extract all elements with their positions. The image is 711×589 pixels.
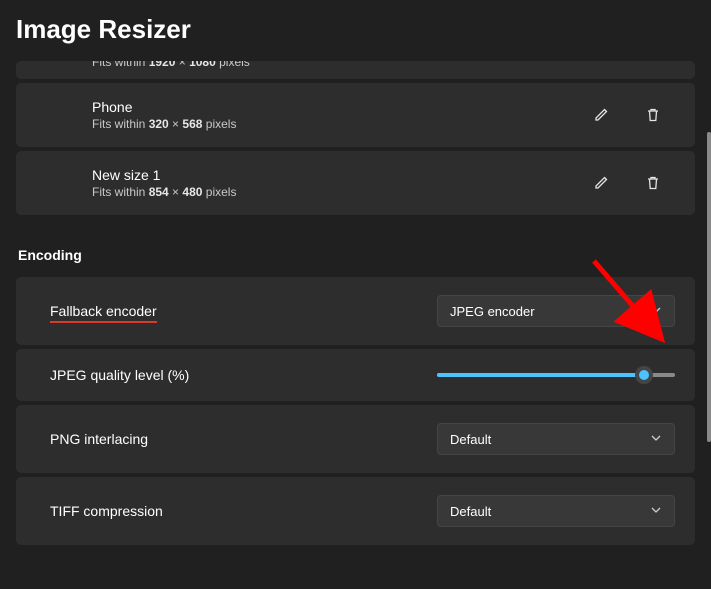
- fallback-encoder-row: Fallback encoder JPEG encoder: [16, 277, 695, 345]
- preset-row[interactable]: Phone Fits within 320 × 568 pixels: [16, 83, 695, 147]
- png-interlacing-label: PNG interlacing: [50, 431, 148, 447]
- edit-icon[interactable]: [589, 103, 613, 127]
- preset-fits: Fits within 854 × 480 pixels: [92, 185, 236, 199]
- content-panel: Fits within 1920 × 1080 pixels Phone Fit…: [0, 61, 711, 581]
- preset-name: Phone: [92, 99, 236, 115]
- page-title: Image Resizer: [0, 0, 711, 61]
- preset-row[interactable]: New size 1 Fits within 854 × 480 pixels: [16, 151, 695, 215]
- fallback-encoder-dropdown[interactable]: JPEG encoder: [437, 295, 675, 327]
- preset-fits: Fits within 1920 × 1080 pixels: [92, 61, 250, 69]
- jpeg-quality-slider[interactable]: [437, 373, 675, 377]
- png-interlacing-row: PNG interlacing Default: [16, 405, 695, 473]
- tiff-compression-row: TIFF compression Default: [16, 477, 695, 545]
- preset-row[interactable]: Fits within 1920 × 1080 pixels: [16, 61, 695, 79]
- tiff-compression-dropdown[interactable]: Default: [437, 495, 675, 527]
- scrollbar[interactable]: [707, 132, 711, 442]
- chevron-down-icon: [650, 504, 662, 519]
- tiff-compression-label: TIFF compression: [50, 503, 163, 519]
- png-interlacing-dropdown[interactable]: Default: [437, 423, 675, 455]
- jpeg-quality-row: JPEG quality level (%): [16, 349, 695, 401]
- delete-icon[interactable]: [641, 171, 665, 195]
- preset-fits: Fits within 320 × 568 pixels: [92, 117, 236, 131]
- edit-icon[interactable]: [589, 171, 613, 195]
- encoding-header: Encoding: [18, 247, 695, 263]
- chevron-down-icon: [650, 304, 662, 319]
- delete-icon[interactable]: [641, 103, 665, 127]
- jpeg-quality-label: JPEG quality level (%): [50, 367, 189, 383]
- chevron-down-icon: [650, 432, 662, 447]
- fallback-encoder-label: Fallback encoder: [50, 303, 157, 319]
- preset-name: New size 1: [92, 167, 236, 183]
